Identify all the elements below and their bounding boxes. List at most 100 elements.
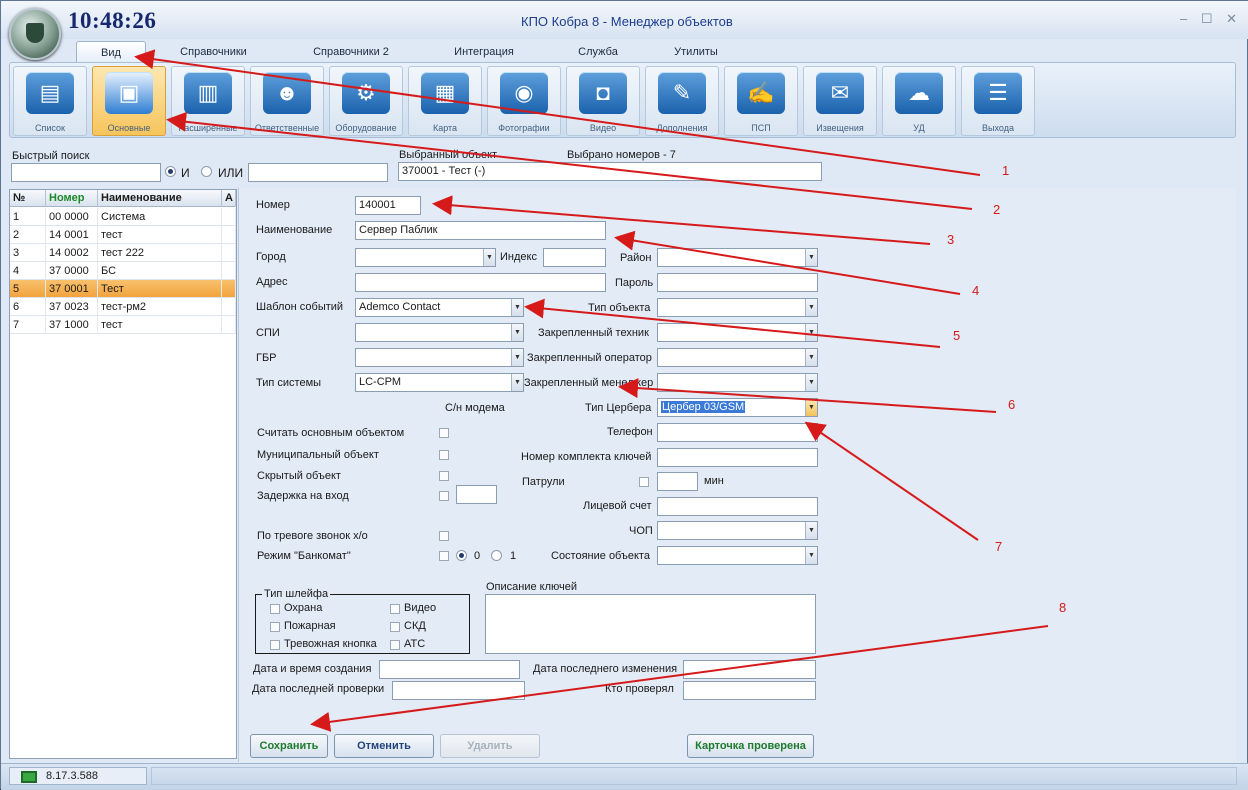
maximize-icon[interactable]: ☐ (1201, 11, 1213, 26)
password-field[interactable] (657, 273, 818, 292)
events-template-select[interactable]: Ademco Contact ▼ (355, 298, 524, 317)
hidden-checkbox[interactable] (439, 471, 449, 481)
table-row[interactable]: 3 14 0002 тест 222 (10, 244, 236, 262)
atm-option-1-radio[interactable] (491, 550, 502, 561)
table-row[interactable]: 2 14 0001 тест (10, 226, 236, 244)
system-type-select[interactable]: LC-СРМ ▼ (355, 373, 524, 392)
chevron-down-icon[interactable]: ▼ (805, 399, 817, 416)
atm-option-0-radio[interactable] (456, 550, 467, 561)
chevron-down-icon[interactable]: ▼ (805, 349, 817, 366)
objects-table[interactable]: № Номер Наименование А 1 00 0000 Система 2 1… (9, 189, 237, 759)
municipal-checkbox[interactable] (439, 450, 449, 460)
chop-select[interactable]: ▼ (657, 521, 818, 540)
patrols-field[interactable] (657, 472, 698, 491)
operator-select[interactable]: ▼ (657, 348, 818, 367)
number-field[interactable]: 140001 (355, 196, 421, 215)
ribbon-button-9[interactable]: ✎ Дополнения (645, 66, 719, 136)
ribbon-button-13[interactable]: ☰ Выхода (961, 66, 1035, 136)
delay-checkbox[interactable] (439, 491, 449, 501)
loop-type-checkbox[interactable] (270, 622, 280, 632)
save-button[interactable]: Сохранить (250, 734, 328, 758)
phone-field[interactable] (657, 423, 818, 442)
chevron-down-icon[interactable]: ▼ (511, 349, 523, 366)
ribbon-button-1[interactable]: ▤ Список (13, 66, 87, 136)
chevron-down-icon[interactable]: ▼ (511, 324, 523, 341)
tab-references-2[interactable]: Справочники 2 (301, 41, 401, 63)
tab-integration[interactable]: Интеграция (444, 41, 524, 63)
ribbon-button-4[interactable]: ☻ Ответственные (250, 66, 324, 136)
table-row[interactable]: 5 37 0001 Тест (10, 280, 236, 298)
keys-description-field[interactable] (485, 594, 816, 654)
chevron-down-icon[interactable]: ▼ (805, 547, 817, 564)
chevron-down-icon[interactable]: ▼ (805, 522, 817, 539)
tab-utilities[interactable]: Утилиты (666, 41, 726, 63)
ribbon-button-10[interactable]: ✍ ПСП (724, 66, 798, 136)
account-field[interactable] (657, 497, 818, 516)
table-row[interactable]: 6 37 0023 тест-рм2 (10, 298, 236, 316)
tab-service[interactable]: Служба (568, 41, 628, 63)
quick-search-input[interactable] (11, 163, 161, 182)
delete-button[interactable]: Удалить (440, 734, 540, 758)
ribbon-button-3[interactable]: ▥ Расширенные (171, 66, 245, 136)
col-header-no[interactable]: № (10, 190, 46, 207)
spi-select[interactable]: ▼ (355, 323, 524, 342)
checked-by-field[interactable] (683, 681, 816, 700)
ribbon-button-8[interactable]: ◘ Видео (566, 66, 640, 136)
chevron-down-icon[interactable]: ▼ (483, 249, 495, 266)
alarm-call-checkbox[interactable] (439, 531, 449, 541)
tab-view[interactable]: Вид (76, 41, 146, 63)
address-field[interactable] (355, 273, 606, 292)
tab-references[interactable]: Справочники (171, 41, 256, 63)
col-header-name[interactable]: Наименование (98, 190, 222, 207)
loop-type-checkbox[interactable] (270, 604, 280, 614)
quick-search-input-2[interactable] (248, 163, 388, 182)
last-check-field[interactable] (392, 681, 525, 700)
cerber-type-select[interactable]: Цербер 03/GSM ▼ (657, 398, 818, 417)
minimize-icon[interactable]: – (1180, 11, 1187, 26)
object-type-select[interactable]: ▼ (657, 298, 818, 317)
ribbon-button-2[interactable]: ▣ Основные (92, 66, 166, 136)
cancel-button[interactable]: Отменить (334, 734, 434, 758)
or-radio[interactable] (201, 166, 212, 177)
chevron-down-icon[interactable]: ▼ (511, 299, 523, 316)
chevron-down-icon[interactable]: ▼ (805, 374, 817, 391)
index-field[interactable] (543, 248, 606, 267)
ribbon-button-12[interactable]: ☁ УД (882, 66, 956, 136)
district-select[interactable]: ▼ (657, 248, 818, 267)
col-header-a[interactable]: А (222, 190, 236, 207)
table-row[interactable]: 4 37 0000 БС (10, 262, 236, 280)
close-icon[interactable]: ✕ (1226, 11, 1237, 26)
created-field[interactable] (379, 660, 520, 679)
main-object-checkbox[interactable] (439, 428, 449, 438)
chevron-down-icon[interactable]: ▼ (805, 299, 817, 316)
loop-type-checkbox[interactable] (390, 622, 400, 632)
ribbon-button-6[interactable]: ▦ Карта (408, 66, 482, 136)
manager-select[interactable]: ▼ (657, 373, 818, 392)
card-checked-button[interactable]: Карточка проверена (687, 734, 814, 758)
chevron-down-icon[interactable]: ▼ (805, 324, 817, 341)
table-row[interactable]: 7 37 1000 тест (10, 316, 236, 334)
patrols-checkbox[interactable] (639, 477, 649, 487)
object-state-select[interactable]: ▼ (657, 546, 818, 565)
modified-field[interactable] (683, 660, 816, 679)
ribbon-button-7[interactable]: ◉ Фотографии (487, 66, 561, 136)
table-row[interactable]: 1 00 0000 Система (10, 208, 236, 226)
keyset-field[interactable] (657, 448, 818, 467)
ribbon-button-11[interactable]: ✉ Извещения (803, 66, 877, 136)
delay-field[interactable] (456, 485, 497, 504)
city-select[interactable]: ▼ (355, 248, 496, 267)
gbr-select[interactable]: ▼ (355, 348, 524, 367)
ribbon-button-5[interactable]: ⚙ Оборудование (329, 66, 403, 136)
loop-type-checkbox[interactable] (390, 604, 400, 614)
col-header-number[interactable]: Номер (46, 190, 98, 207)
and-radio[interactable] (165, 166, 176, 177)
app-logo[interactable] (9, 8, 61, 60)
tech-select[interactable]: ▼ (657, 323, 818, 342)
name-field[interactable]: Сервер Паблик (355, 221, 606, 240)
chevron-down-icon[interactable]: ▼ (805, 249, 817, 266)
window-title: КПО Кобра 8 - Менеджер объектов (521, 14, 733, 29)
loop-type-checkbox[interactable] (270, 640, 280, 650)
loop-type-checkbox[interactable] (390, 640, 400, 650)
chevron-down-icon[interactable]: ▼ (511, 374, 523, 391)
atm-mode-checkbox[interactable] (439, 551, 449, 561)
